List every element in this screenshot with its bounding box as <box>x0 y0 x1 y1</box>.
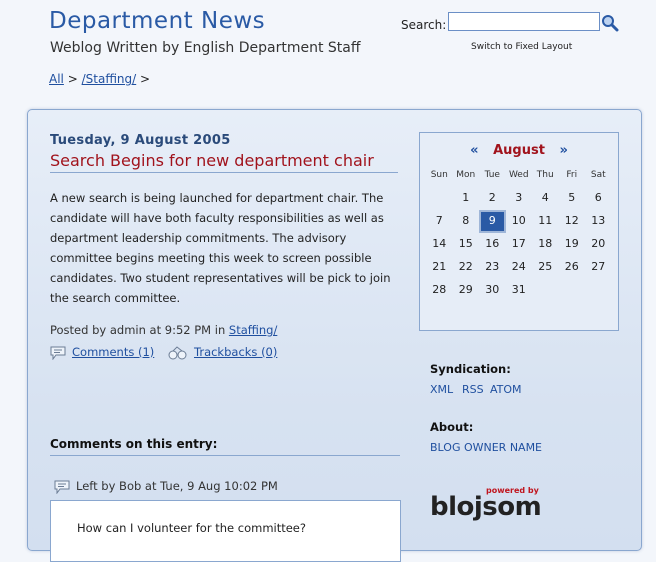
feed-link-rss[interactable]: RSS <box>462 383 484 396</box>
comment-text: How can I volunteer for the committee? <box>77 521 306 535</box>
calendar-day: 18 <box>538 237 553 250</box>
syndication-heading: Syndication: <box>430 362 511 376</box>
calendar-day: 26 <box>564 260 579 273</box>
calendar-prev-link[interactable]: « <box>470 143 478 158</box>
comments-heading: Comments on this entry: <box>50 437 400 456</box>
breadcrumb-category-link[interactable]: /Staffing/ <box>82 72 137 86</box>
calendar-day: 19 <box>564 237 579 250</box>
calendar-day: 14 <box>432 237 447 250</box>
blog-owner-link[interactable]: BLOG OWNER NAME <box>430 441 542 454</box>
calendar-weekday: Wed <box>508 170 529 180</box>
calendar-day: 3 <box>515 191 523 204</box>
comment-icon <box>54 480 70 494</box>
calendar-day: 25 <box>538 260 553 273</box>
calendar-weekday: Mon <box>456 170 476 180</box>
calendar-day: 11 <box>538 214 553 227</box>
calendar-day: 10 <box>511 214 526 227</box>
comments-link[interactable]: Comments (1) <box>72 345 154 359</box>
calendar-day: 15 <box>458 237 473 250</box>
calendar-day: 12 <box>564 214 579 227</box>
calendar-day: 29 <box>458 283 473 296</box>
comment-meta: Left by Bob at Tue, 9 Aug 10:02 PM <box>54 479 278 494</box>
comments-link-wrap[interactable]: Comments (1) <box>50 345 154 360</box>
trackbacks-link-wrap[interactable]: Trackbacks (0) <box>168 345 277 360</box>
entry-body: A new search is being launched for depar… <box>50 191 391 305</box>
feed-link-atom[interactable]: ATOM <box>490 383 522 396</box>
calendar-day: 6 <box>594 191 602 204</box>
comment-box: How can I volunteer for the committee? <box>50 500 401 562</box>
calendar-grid: Sun Mon Tue Wed Thu Fri Sat 1 2 3 4 5 6 7 8 9 10 11 12 13 14… <box>426 167 612 302</box>
calendar-day: 30 <box>485 283 500 296</box>
calendar-day: 21 <box>432 260 447 273</box>
posted-by-text: Posted by admin at 9:52 PM in <box>50 323 226 337</box>
breadcrumb-all-link[interactable]: All <box>49 72 64 86</box>
calendar-blank <box>426 187 453 210</box>
calendar-weekday: Thu <box>536 170 554 180</box>
comment-meta-text: Left by Bob at Tue, 9 Aug 10:02 PM <box>76 479 278 493</box>
about-heading: About: <box>430 420 474 434</box>
breadcrumb-separator: > <box>67 72 78 86</box>
calendar-day: 2 <box>488 191 496 204</box>
entry-date: Tuesday, 9 August 2005 <box>50 133 231 148</box>
calendar-day: 13 <box>591 214 606 227</box>
calendar-next-link[interactable]: » <box>559 143 567 158</box>
calendar-weekday: Sun <box>430 170 448 180</box>
calendar-day: 22 <box>458 260 473 273</box>
feed-link-xml[interactable]: XML <box>430 383 453 396</box>
calendar-weekday: Tue <box>484 170 500 180</box>
logo-word: blojsom <box>430 492 542 522</box>
calendar-day: 8 <box>462 214 470 227</box>
breadcrumb-separator: > <box>140 72 151 86</box>
calendar-day: 31 <box>511 283 526 296</box>
calendar-day: 28 <box>432 283 447 296</box>
calendar-day: 27 <box>591 260 606 273</box>
calendar-header: « August » <box>420 143 618 158</box>
calendar-day: 5 <box>568 191 576 204</box>
comment-icon <box>50 346 66 360</box>
calendar-day: 20 <box>591 237 606 250</box>
calendar: « August » Sun Mon Tue Wed Thu Fri Sat 1 2 3 4 5 6 7 8… <box>419 132 619 331</box>
calendar-day-today[interactable]: 9 <box>479 210 506 233</box>
calendar-day: 4 <box>541 191 549 204</box>
switch-layout-link[interactable]: Switch to Fixed Layout <box>471 42 572 52</box>
calendar-day: 16 <box>485 237 500 250</box>
breadcrumb: All > /Staffing/ > <box>49 72 150 86</box>
entry-category-link[interactable]: Staffing/ <box>229 323 277 337</box>
calendar-day: 23 <box>485 260 500 273</box>
calendar-month: August <box>493 143 545 158</box>
search-icon[interactable] <box>601 14 619 32</box>
entry-posted-by: Posted by admin at 9:52 PM in Staffing/ <box>50 323 277 337</box>
calendar-weekday: Fri <box>566 170 578 180</box>
entry-title: Search Begins for new department chair <box>50 151 398 173</box>
blojsom-logo[interactable]: powered by blojsom <box>430 486 542 526</box>
search-label: Search: <box>401 18 447 32</box>
trackbacks-link[interactable]: Trackbacks (0) <box>194 345 277 359</box>
calendar-day: 7 <box>435 214 443 227</box>
site-subtitle: Weblog Written by English Department Sta… <box>50 40 361 56</box>
trackback-icon <box>168 345 187 359</box>
search-input[interactable] <box>448 12 600 31</box>
calendar-day: 24 <box>511 260 526 273</box>
calendar-day: 1 <box>462 191 470 204</box>
calendar-day: 17 <box>511 237 526 250</box>
site-title: Department News <box>49 8 266 34</box>
calendar-weekday: Sat <box>590 170 606 180</box>
